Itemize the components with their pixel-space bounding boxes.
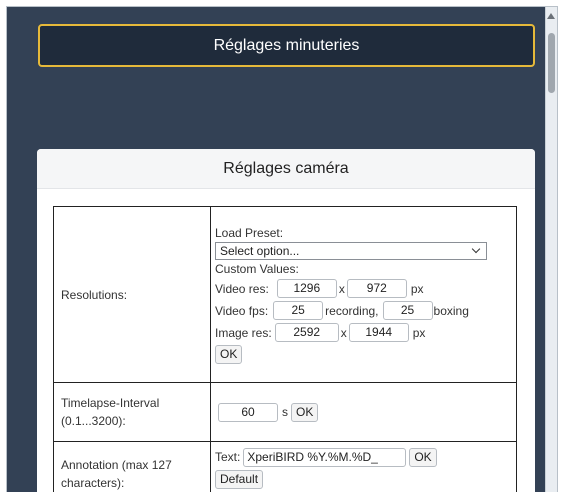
scrollbar-thumb[interactable] (548, 33, 555, 93)
recording-fps-input[interactable]: 25 (273, 301, 324, 320)
resolutions-row: Resolutions: Load Preset: Select option.… (53, 206, 517, 383)
custom-values-label: Custom Values: (215, 261, 299, 276)
boxing-fps-input[interactable]: 25 (382, 301, 433, 320)
scroll-up-arrow-icon[interactable] (547, 13, 555, 19)
annotation-controls: Text: XperiBIRD %Y.%M.%D_ OK Default (210, 441, 517, 492)
resolutions-label: Resolutions: (53, 206, 211, 383)
annotation-ok-button[interactable]: OK (409, 447, 437, 467)
annotation-text-input[interactable]: XperiBIRD %Y.%M.%D_ (243, 447, 407, 467)
image-res-unit: px (412, 325, 426, 340)
resolutions-controls: Load Preset: Select option... Custom Val… (210, 206, 517, 383)
timer-settings-button[interactable]: Réglages minuteries (38, 24, 535, 67)
video-res-unit: px (410, 281, 424, 296)
image-res-label: Image res: (215, 325, 272, 340)
video-width-input[interactable]: 1296 (276, 279, 337, 298)
browser-viewport: Réglages minuteries Réglages caméra Reso… (6, 6, 558, 492)
boxing-label: boxing (433, 303, 469, 318)
camera-settings-title: Réglages caméra (37, 149, 535, 189)
image-width-input[interactable]: 2592 (274, 323, 339, 342)
vertical-scrollbar[interactable] (545, 7, 557, 492)
timelapse-unit: s (282, 405, 288, 419)
load-preset-label: Load Preset: (215, 225, 284, 240)
image-height-input[interactable]: 1944 (348, 323, 409, 342)
camera-settings-panel: Réglages caméra Resolutions: Load Preset… (37, 149, 535, 492)
chevron-down-icon (471, 244, 481, 253)
annotation-label: Annotation (max 127 characters): (53, 441, 211, 492)
preset-select-value: Select option... (220, 243, 300, 258)
annotation-row: Annotation (max 127 characters): Text: X… (53, 441, 517, 492)
timelapse-controls: 60 s OK (210, 382, 517, 442)
timelapse-interval-input[interactable]: 60 (218, 402, 278, 422)
camera-settings-table: Resolutions: Load Preset: Select option.… (53, 206, 517, 492)
recording-label: recording, (325, 303, 379, 318)
annotation-label-line2: characters): (61, 476, 125, 490)
resolutions-ok-button[interactable]: OK (215, 345, 243, 364)
timelapse-label-line1: Timelapse-Interval (61, 396, 160, 410)
timelapse-label: Timelapse-Interval (0.1...3200): (53, 382, 211, 442)
timelapse-label-line2: (0.1...3200): (61, 414, 126, 428)
annotation-text-label: Text: (215, 450, 241, 464)
video-res-x: x (338, 281, 345, 296)
video-res-label: Video res: (215, 281, 269, 296)
timelapse-row: Timelapse-Interval (0.1...3200): 60 s OK (53, 382, 517, 442)
video-height-input[interactable]: 972 (346, 279, 407, 298)
video-fps-label: Video fps: (215, 303, 269, 318)
annotation-label-line1: Annotation (max 127 (61, 458, 172, 472)
timelapse-ok-button[interactable]: OK (291, 402, 319, 422)
annotation-default-button[interactable]: Default (215, 469, 264, 489)
preset-select[interactable]: Select option... (215, 241, 487, 260)
image-res-x: x (340, 325, 347, 340)
